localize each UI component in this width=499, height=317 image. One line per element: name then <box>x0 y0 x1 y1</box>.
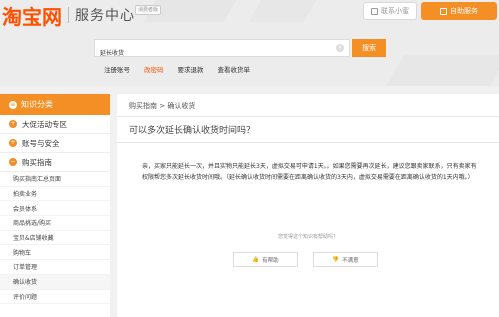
version-badge: 消费者版 <box>135 5 162 15</box>
sidebar-header: ≡ 知识分类 <box>0 94 110 115</box>
search-button[interactable]: 搜索 <box>352 39 386 57</box>
helpful-prompt: 您觉得这个知识有帮助吗？ <box>277 234 338 240</box>
category-icon: ≡ <box>9 100 17 109</box>
chat-icon <box>371 7 378 15</box>
hot-links: 注册账号 改密码 要求退款 查看收货单 <box>104 64 264 74</box>
logo-divider <box>68 7 69 23</box>
category-promotions[interactable]: + 大促活动专区 <box>0 115 110 134</box>
sidebar-item-guide-summary[interactable]: 购买指南汇总页面 <box>0 172 110 187</box>
not-helpful-label: 不满意 <box>342 257 359 264</box>
knowledge-sidebar: ≡ 知识分类 + 大促活动专区 + 账号与安全 − 购买指南 购买指南汇总页面 … <box>0 94 110 317</box>
minus-icon: − <box>9 158 17 166</box>
thumbs-down-icon: 👎 <box>332 256 340 263</box>
thumbs-up-icon: 👍 <box>252 256 260 263</box>
plus-icon: + <box>9 139 17 147</box>
sidebar-item-reviews[interactable]: 评价问题 <box>0 290 110 305</box>
category-purchase-guide[interactable]: − 购买指南 <box>0 153 110 172</box>
hot-link-receipt[interactable]: 查看收货单 <box>218 64 251 74</box>
divider <box>117 142 499 143</box>
not-helpful-button[interactable]: 👎 不满意 <box>313 252 378 267</box>
breadcrumb[interactable]: 购买指南 > 确认收货 <box>129 101 195 111</box>
service-icon <box>440 7 447 15</box>
plus-icon: + <box>9 120 17 128</box>
self-service-label: 自助服务 <box>450 7 478 15</box>
self-service-button[interactable]: 自助服务 <box>421 2 497 20</box>
sidebar-item-confirm-receipt[interactable]: 确认收货 <box>0 274 110 290</box>
logo-text: 淘宝网 <box>2 4 62 29</box>
sidebar-item-product-selection[interactable]: 商品挑选/购买 <box>0 216 110 231</box>
header-decoration <box>386 55 499 86</box>
sidebar-item-orders[interactable]: 订单管理 <box>0 260 110 275</box>
contact-assistant-button[interactable]: 联系小蜜 <box>363 2 417 20</box>
category-label: 购买指南 <box>22 157 52 167</box>
top-header: 淘宝网 服务中心 消费者版 联系小蜜 自助服务 × 搜索 注册账号 改密码 要求… <box>0 0 499 86</box>
sidebar-item-favorites[interactable]: 宝贝&店铺收藏 <box>0 231 110 246</box>
sidebar-item-cart[interactable]: 购物车 <box>0 245 110 261</box>
header-decoration <box>248 0 317 22</box>
question-title: 可以多次延长确认收货时间吗？ <box>129 126 256 136</box>
clear-icon[interactable]: × <box>336 44 344 52</box>
taobao-logo[interactable]: 淘宝网 服务中心 <box>2 3 135 29</box>
sidebar-item-membership[interactable]: 会员体系 <box>0 201 110 217</box>
category-account-security[interactable]: + 账号与安全 <box>0 134 110 153</box>
search-input[interactable] <box>95 44 349 61</box>
divider <box>117 116 499 117</box>
service-center-title: 服务中心 <box>75 8 135 24</box>
search-box: × <box>94 39 350 61</box>
sidebar-header-label: 知识分类 <box>21 100 53 109</box>
hot-link-refund[interactable]: 要求退款 <box>178 64 204 74</box>
sidebar-item-auction[interactable]: 拍卖业务 <box>0 187 110 202</box>
category-label: 账号与安全 <box>22 138 60 148</box>
article-panel: 购买指南 > 确认收货 可以多次延长确认收货时间吗？ 亲，买家只能延长一次，并且… <box>117 94 499 317</box>
helpful-label: 有帮助 <box>262 257 279 264</box>
contact-assistant-label: 联系小蜜 <box>381 7 409 15</box>
category-label: 大促活动专区 <box>22 119 67 129</box>
helpful-button[interactable]: 👍 有帮助 <box>233 252 298 267</box>
hot-link-change-password[interactable]: 改密码 <box>144 64 164 74</box>
hot-link-register[interactable]: 注册账号 <box>104 64 130 74</box>
answer-text: 亲，买家只能延长一次，并且实物只能延长3天，虚拟交易可申请1天。。如果您需要再次… <box>142 163 477 181</box>
